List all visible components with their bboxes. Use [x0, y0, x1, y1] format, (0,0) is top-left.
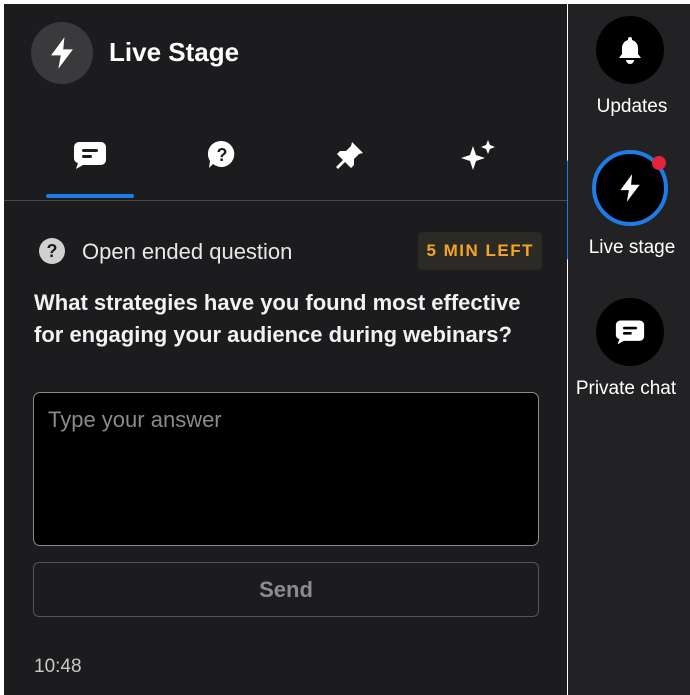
answer-input[interactable]: [33, 392, 539, 546]
question-type-label: Open ended question: [82, 239, 293, 264]
tab-highlights[interactable]: [423, 114, 533, 200]
question-circle-icon: ?: [38, 237, 66, 265]
side-rail: Updates Live stage Private chat: [568, 4, 690, 695]
pin-icon: [335, 140, 365, 175]
question-header: ? Open ended question 5 MIN LEFT: [38, 232, 542, 272]
send-button[interactable]: Send: [33, 562, 539, 617]
sparkles-icon: [458, 138, 498, 177]
chat-bubble-icon: [596, 298, 664, 366]
chat-bubble-icon: [73, 140, 107, 175]
svg-text:?: ?: [47, 241, 58, 261]
time-left-badge: 5 MIN LEFT: [418, 232, 542, 270]
message-timestamp: 10:48: [34, 656, 82, 677]
tab-bar: ?: [4, 114, 567, 201]
active-tab-indicator: [46, 194, 134, 198]
tab-qa[interactable]: ?: [167, 114, 277, 200]
rail-label-live-stage: Live stage: [588, 237, 676, 258]
panel-title: Live Stage: [109, 37, 240, 67]
notification-dot: [652, 156, 666, 170]
rail-item-updates[interactable]: Updates: [568, 4, 690, 124]
rail-item-private-chat[interactable]: Private chat: [568, 294, 690, 414]
lightning-icon: [31, 22, 93, 84]
tab-pinned[interactable]: [295, 114, 405, 200]
question-bubble-icon: ?: [207, 140, 237, 175]
bell-icon: [596, 16, 664, 84]
tab-chat[interactable]: [35, 114, 145, 200]
live-stage-panel: Live Stage ? ? Open ended question 5 MIN…: [4, 4, 567, 695]
rail-item-live-stage[interactable]: Live stage: [568, 144, 690, 274]
question-text: What strategies have you found most effe…: [34, 290, 521, 347]
svg-text:?: ?: [217, 145, 228, 165]
rail-label-updates: Updates: [596, 96, 668, 117]
panel-header: Live Stage: [4, 4, 567, 104]
rail-label-private-chat: Private chat: [575, 378, 677, 399]
